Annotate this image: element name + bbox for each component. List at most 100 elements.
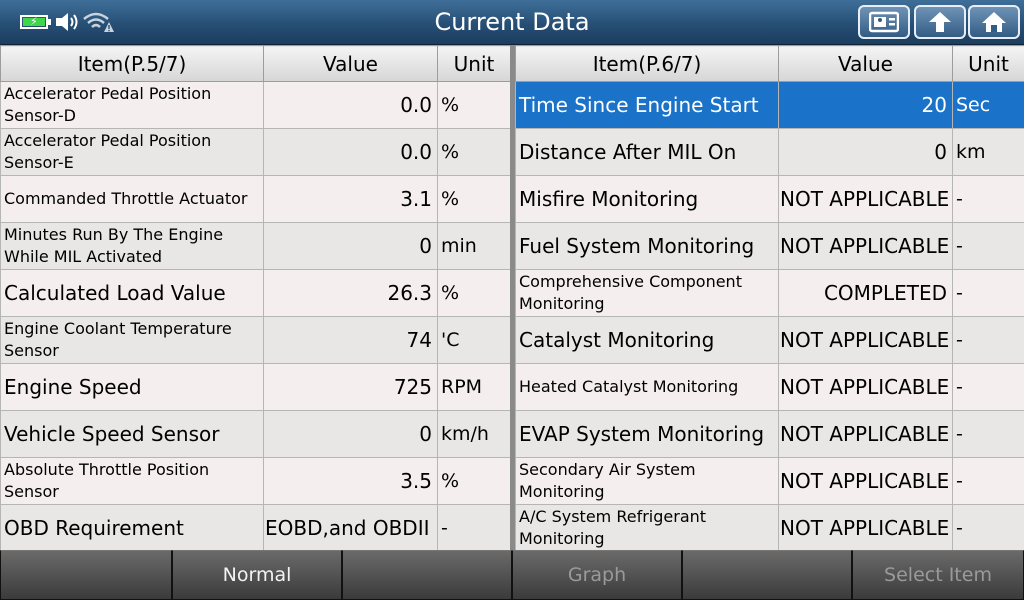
screenshot-button[interactable]: [858, 5, 910, 39]
table-row[interactable]: Calculated Load Value 26.3 %: [0, 269, 511, 317]
item-name: Accelerator Pedal Position Sensor-D: [0, 81, 264, 129]
toolbar-button-empty-3[interactable]: [682, 550, 852, 600]
item-unit: %: [437, 457, 511, 505]
item-name: Calculated Load Value: [0, 269, 264, 317]
select-item-button[interactable]: Select Item: [852, 550, 1024, 600]
item-value: NOT APPLICABLE: [778, 316, 953, 364]
item-name: A/C System Refrigerant Monitoring: [515, 504, 779, 552]
table-row[interactable]: OBD Requirement EOBD,and OBDII -: [0, 504, 511, 552]
table-row[interactable]: Catalyst Monitoring NOT APPLICABLE -: [515, 316, 1024, 364]
item-name: Absolute Throttle Position Sensor: [0, 457, 264, 505]
item-value: NOT APPLICABLE: [778, 410, 953, 458]
home-icon: [982, 12, 1006, 32]
item-name: Heated Catalyst Monitoring: [515, 363, 779, 411]
item-value: 26.3: [263, 269, 438, 317]
item-unit: %: [437, 175, 511, 223]
table-row[interactable]: Heated Catalyst Monitoring NOT APPLICABL…: [515, 363, 1024, 411]
item-name: Minutes Run By The Engine While MIL Acti…: [0, 222, 264, 270]
item-unit: min: [437, 222, 511, 270]
home-button[interactable]: [968, 5, 1020, 39]
item-name: Catalyst Monitoring: [515, 316, 779, 364]
item-name: Commanded Throttle Actuator: [0, 175, 264, 223]
item-unit: -: [952, 222, 1024, 270]
item-value: 0: [263, 222, 438, 270]
table-row[interactable]: Comprehensive Component Monitoring COMPL…: [515, 269, 1024, 317]
table-row[interactable]: Secondary Air System Monitoring NOT APPL…: [515, 457, 1024, 505]
item-name: Vehicle Speed Sensor: [0, 410, 264, 458]
item-value: 0.0: [263, 128, 438, 176]
table-row[interactable]: A/C System Refrigerant Monitoring NOT AP…: [515, 504, 1024, 552]
normal-button[interactable]: Normal: [172, 550, 342, 600]
item-unit: Sec: [952, 81, 1024, 129]
item-name: Secondary Air System Monitoring: [515, 457, 779, 505]
item-value: NOT APPLICABLE: [778, 457, 953, 505]
item-unit: RPM: [437, 363, 511, 411]
data-table-right: Item(P.6/7) Value Unit Time Since Engine…: [515, 45, 1024, 552]
item-unit: 'C: [437, 316, 511, 364]
table-row[interactable]: Commanded Throttle Actuator 3.1 %: [0, 175, 511, 223]
table-row[interactable]: Vehicle Speed Sensor 0 km/h: [0, 410, 511, 458]
back-arrow-icon: [929, 12, 951, 32]
column-header-item[interactable]: Item(P.5/7): [0, 45, 264, 82]
table-row[interactable]: Absolute Throttle Position Sensor 3.5 %: [0, 457, 511, 505]
item-value: 3.1: [263, 175, 438, 223]
back-button[interactable]: [914, 5, 966, 39]
item-unit: -: [952, 410, 1024, 458]
table-row[interactable]: Engine Speed 725 RPM: [0, 363, 511, 411]
item-unit: -: [952, 269, 1024, 317]
column-header-item[interactable]: Item(P.6/7): [515, 45, 779, 82]
item-unit: -: [952, 363, 1024, 411]
item-name: Comprehensive Component Monitoring: [515, 269, 779, 317]
column-header-value[interactable]: Value: [263, 45, 438, 82]
item-name: Misfire Monitoring: [515, 175, 779, 223]
table-row[interactable]: EVAP System Monitoring NOT APPLICABLE -: [515, 410, 1024, 458]
item-value: NOT APPLICABLE: [778, 363, 953, 411]
item-value: 725: [263, 363, 438, 411]
graph-button[interactable]: Graph: [512, 550, 682, 600]
item-value: 74: [263, 316, 438, 364]
table-row[interactable]: Accelerator Pedal Position Sensor-E 0.0 …: [0, 128, 511, 176]
item-value: NOT APPLICABLE: [778, 222, 953, 270]
toolbar-button-empty-2[interactable]: [342, 550, 512, 600]
item-unit: %: [437, 269, 511, 317]
table-row[interactable]: Fuel System Monitoring NOT APPLICABLE -: [515, 222, 1024, 270]
item-unit: km/h: [437, 410, 511, 458]
item-unit: %: [437, 81, 511, 129]
item-name: OBD Requirement: [0, 504, 264, 552]
item-name: Engine Coolant Temperature Sensor: [0, 316, 264, 364]
item-value: EOBD,and OBDII: [263, 504, 438, 552]
item-unit: -: [952, 457, 1024, 505]
data-table-left: Item(P.5/7) Value Unit Accelerator Pedal…: [0, 45, 511, 552]
table-row[interactable]: Misfire Monitoring NOT APPLICABLE -: [515, 175, 1024, 223]
table-row[interactable]: Engine Coolant Temperature Sensor 74 'C: [0, 316, 511, 364]
column-header-value[interactable]: Value: [778, 45, 953, 82]
item-value: 3.5: [263, 457, 438, 505]
item-unit: -: [952, 316, 1024, 364]
item-value: 0: [778, 128, 953, 176]
item-name: Distance After MIL On: [515, 128, 779, 176]
title-bar: ⚡ Current Data: [0, 0, 1024, 45]
item-unit: -: [437, 504, 511, 552]
table-row-selected[interactable]: Time Since Engine Start 20 Sec: [515, 81, 1024, 129]
table-row[interactable]: Distance After MIL On 0 km: [515, 128, 1024, 176]
item-unit: -: [952, 504, 1024, 552]
table-row[interactable]: Minutes Run By The Engine While MIL Acti…: [0, 222, 511, 270]
item-value: 0.0: [263, 81, 438, 129]
item-value: COMPLETED: [778, 269, 953, 317]
item-unit: km: [952, 128, 1024, 176]
item-name: Accelerator Pedal Position Sensor-E: [0, 128, 264, 176]
item-value: 20: [778, 81, 953, 129]
item-value: 0: [263, 410, 438, 458]
column-header-unit[interactable]: Unit: [437, 45, 511, 82]
item-value: NOT APPLICABLE: [778, 175, 953, 223]
column-header-unit[interactable]: Unit: [952, 45, 1024, 82]
item-name: Engine Speed: [0, 363, 264, 411]
item-name: EVAP System Monitoring: [515, 410, 779, 458]
bottom-toolbar: Normal Graph Select Item: [0, 550, 1024, 600]
item-unit: -: [952, 175, 1024, 223]
item-name: Time Since Engine Start: [515, 81, 779, 129]
toolbar-button-empty-1[interactable]: [0, 550, 172, 600]
table-row[interactable]: Accelerator Pedal Position Sensor-D 0.0 …: [0, 81, 511, 129]
screenshot-icon: [869, 11, 899, 33]
item-value: NOT APPLICABLE: [778, 504, 953, 552]
